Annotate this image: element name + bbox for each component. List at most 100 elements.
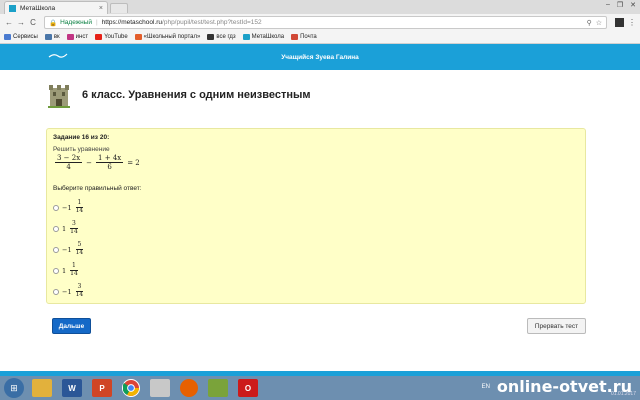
equation-equals: = 2: [127, 158, 140, 167]
answer-sign: 1: [62, 266, 67, 275]
bookmark-item[interactable]: МетаШкола: [242, 34, 285, 40]
window-close-icon[interactable]: ✕: [630, 1, 636, 9]
answer-option[interactable]: −1 5 14: [53, 239, 87, 260]
bookmark-item[interactable]: вк: [44, 34, 60, 40]
tab-close-icon[interactable]: ×: [99, 5, 103, 12]
bookmark-icon: [242, 34, 250, 40]
answer-radio[interactable]: [53, 267, 59, 274]
right-denominator: 6: [107, 163, 112, 172]
equation: 3 − 2x 4 − 1 + 4x 6 = 2: [53, 154, 142, 171]
answer-fraction: 3 14: [68, 220, 80, 236]
bookmark-label: МетаШкола: [251, 34, 285, 40]
answer-radio[interactable]: [53, 288, 59, 295]
address-bar[interactable]: 🔒 Надежный | https://metaschool.ru/php/p…: [44, 16, 607, 29]
bookmark-label: Почта: [300, 34, 317, 40]
bookmark-item[interactable]: YouTube: [95, 34, 128, 40]
castle-icon: [48, 85, 70, 108]
bookmark-star-icon[interactable]: ☆: [596, 19, 602, 27]
answer-sign: −1: [62, 245, 72, 254]
site-favicon-icon: [9, 4, 16, 12]
stop-test-button[interactable]: Прервать тест: [527, 318, 586, 334]
answer-sign: 1: [62, 224, 67, 233]
url-path: /php/pupil/test/test.php?testId=152: [162, 19, 262, 26]
bookmark-item[interactable]: Почта: [291, 34, 317, 40]
new-tab-button[interactable]: [110, 3, 128, 13]
window-controls: – ❐ ✕: [606, 1, 636, 9]
bookmark-item[interactable]: все гдз: [207, 34, 236, 40]
forward-arrow-icon[interactable]: →: [16, 18, 26, 27]
watermark-text: online-otvet.ru: [496, 377, 632, 396]
answer-fraction: 5 14: [74, 241, 86, 257]
paint-icon[interactable]: [150, 379, 170, 397]
extension-icon[interactable]: [615, 18, 624, 27]
next-button[interactable]: Дальше: [52, 318, 91, 334]
bookmark-item[interactable]: инст: [66, 34, 89, 40]
bookmark-icon: [95, 34, 103, 40]
folder-icon[interactable]: [32, 379, 52, 397]
language-indicator[interactable]: EN: [482, 384, 490, 390]
answer-option[interactable]: 1 3 14: [53, 218, 87, 239]
answer-denominator: 14: [75, 207, 84, 214]
bookmark-label: «Школьный портал»: [143, 34, 201, 40]
answer-radio[interactable]: [53, 204, 59, 211]
bookmark-label: Сервисы: [13, 34, 38, 40]
search-icon[interactable]: ⚲: [587, 19, 592, 27]
answer-fraction: 1 14: [68, 262, 80, 278]
answer-denominator: 14: [75, 291, 84, 298]
bookmark-icon: [44, 34, 52, 40]
answer-radio[interactable]: [53, 246, 59, 253]
answer-option[interactable]: −1 3 14: [53, 281, 87, 302]
bookmark-label: YouTube: [104, 34, 128, 40]
task-question: Решить уравнение: [53, 146, 110, 153]
answer-denominator: 14: [70, 228, 78, 235]
bookmark-item[interactable]: Сервисы: [4, 34, 38, 40]
answer-radio[interactable]: [53, 225, 59, 232]
task-panel: Задание 16 из 20: Решить уравнение 3 − 2…: [46, 128, 586, 304]
browser-tab[interactable]: МетаШкола ×: [4, 1, 108, 14]
left-numerator: 3 − 2x: [55, 154, 83, 164]
bookmark-icon: [66, 34, 74, 40]
left-denominator: 4: [66, 163, 71, 172]
word-icon[interactable]: W: [62, 379, 82, 397]
bookmark-icon: [134, 34, 142, 40]
browser-menu-icon[interactable]: ⋮: [628, 18, 636, 27]
back-arrow-icon[interactable]: ←: [4, 18, 14, 27]
system-tray: EN: [482, 384, 490, 390]
chrome-logo-icon: [123, 380, 139, 396]
equation-right-fraction: 1 + 4x 6: [96, 154, 124, 172]
answer-denominator: 14: [75, 249, 84, 256]
equation-left-fraction: 3 − 2x 4: [55, 154, 83, 172]
firefox-icon[interactable]: [180, 379, 198, 397]
answer-option[interactable]: −1 1 14: [53, 197, 87, 218]
equation-minus: −: [86, 158, 93, 167]
url-text[interactable]: https://metaschool.ru/php/pupil/test/tes…: [102, 19, 583, 26]
right-numerator: 1 + 4x: [96, 154, 124, 164]
bookmark-label: все гдз: [216, 34, 236, 40]
restore-icon[interactable]: ❐: [617, 1, 623, 9]
browser-tab-bar: МетаШкола × – ❐ ✕: [0, 0, 640, 14]
user-name: Учащийся Зуева Галина: [281, 54, 359, 61]
tab-title: МетаШкола: [20, 4, 56, 12]
bookmark-label: вк: [53, 34, 60, 40]
answer-sign: −1: [62, 287, 72, 296]
page-title: 6 класс. Уравнения с одним неизвестным: [82, 89, 311, 101]
task-counter: Задание 16 из 20:: [53, 134, 110, 141]
opera-icon[interactable]: O: [238, 379, 258, 397]
site-header: Учащийся Зуева Галина: [0, 44, 640, 70]
start-button[interactable]: ⊞: [4, 378, 24, 398]
bookmark-item[interactable]: «Школьный портал»: [134, 34, 201, 40]
bookmark-icon: [291, 34, 299, 40]
bookmark-icon: [4, 34, 11, 40]
answer-option[interactable]: 1 1 14: [53, 260, 87, 281]
reload-icon[interactable]: C: [28, 18, 38, 27]
chrome-icon[interactable]: [122, 379, 140, 397]
answer-prompt: Выберите правильный ответ:: [53, 185, 142, 192]
answer-sign: −1: [62, 203, 72, 212]
bookmarks-bar: Сервисы вк инст YouTube «Школьный портал» все…: [0, 31, 640, 44]
powerpoint-icon[interactable]: P: [92, 379, 112, 397]
minecraft-icon[interactable]: [208, 379, 228, 397]
minimize-icon[interactable]: –: [606, 1, 610, 9]
bookmark-label: инст: [75, 34, 89, 40]
answer-fraction: 1 14: [74, 199, 86, 215]
address-toolbar: ← → C 🔒 Надежный | https://metaschool.ru…: [0, 14, 640, 31]
